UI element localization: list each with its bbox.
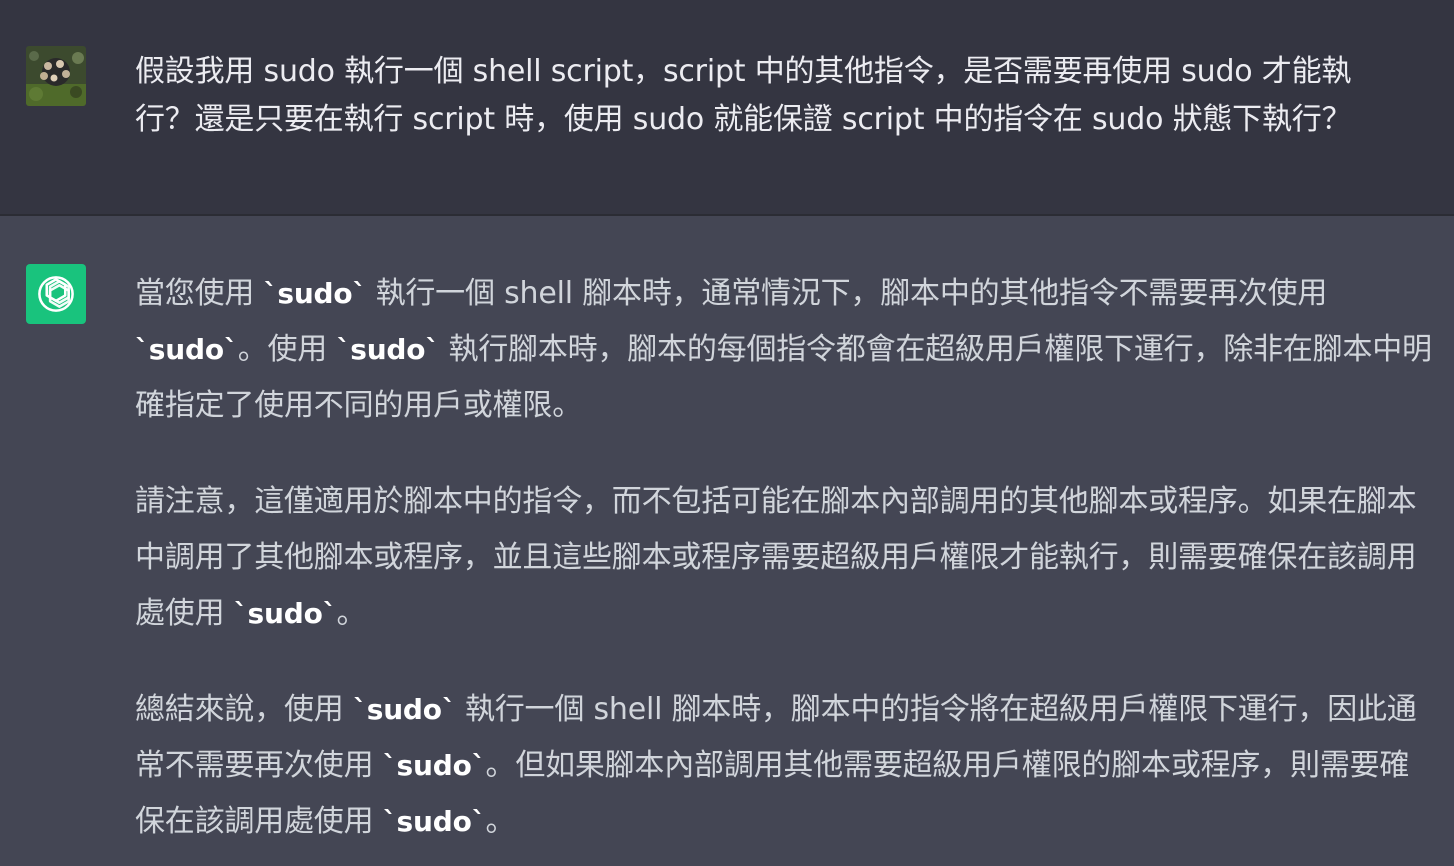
paragraph-text: 。使用 <box>237 332 337 367</box>
inline-code: `sudo` <box>382 805 486 838</box>
inline-code: `sudo` <box>135 333 238 366</box>
user-avatar <box>26 46 86 106</box>
assistant-message-text: 當您使用 `sudo` 執行一個 shell 腳本時，通常情況下，腳本中的其他指… <box>135 266 1435 850</box>
assistant-avatar <box>26 264 86 324</box>
assistant-message-row: 當您使用 `sudo` 執行一個 shell 腳本時，通常情況下，腳本中的其他指… <box>0 216 1454 866</box>
paragraph-text: 。 <box>485 804 516 839</box>
inline-code: `sudo` <box>352 693 456 726</box>
chat-conversation: 假設我用 sudo 執行一個 shell script，script 中的其他指… <box>0 0 1454 866</box>
assistant-paragraph-3: 總結來說，使用 `sudo` 執行一個 shell 腳本時，腳本中的指令將在超級… <box>135 682 1435 850</box>
inline-code: `sudo` <box>233 597 337 630</box>
user-message-row: 假設我用 sudo 執行一個 shell script，script 中的其他指… <box>0 0 1454 216</box>
paragraph-text: 。 <box>336 596 367 631</box>
openai-logo-icon <box>38 276 74 312</box>
assistant-paragraph-1: 當您使用 `sudo` 執行一個 shell 腳本時，通常情況下，腳本中的其他指… <box>135 266 1435 434</box>
paragraph-text: 當您使用 <box>135 276 264 311</box>
user-message-line: 行？還是只要在執行 script 時，使用 sudo 就能保證 script 中… <box>135 102 1352 137</box>
inline-code: `sudo` <box>382 749 486 782</box>
user-message-line: 假設我用 sudo 執行一個 shell script，script 中的其他指… <box>135 54 1352 89</box>
paragraph-text: 執行一個 shell 腳本時，通常情況下，腳本中的其他指令不需要再次使用 <box>366 276 1328 311</box>
user-message-text: 假設我用 sudo 執行一個 shell script，script 中的其他指… <box>135 48 1395 144</box>
user-photo-avatar-icon <box>26 46 86 106</box>
inline-code: `sudo` <box>263 277 367 310</box>
inline-code: `sudo` <box>336 333 440 366</box>
paragraph-text: 總結來說，使用 <box>135 692 353 727</box>
assistant-paragraph-2: 請注意，這僅適用於腳本中的指令，而不包括可能在腳本內部調用的其他腳本或程序。如果… <box>135 474 1435 642</box>
